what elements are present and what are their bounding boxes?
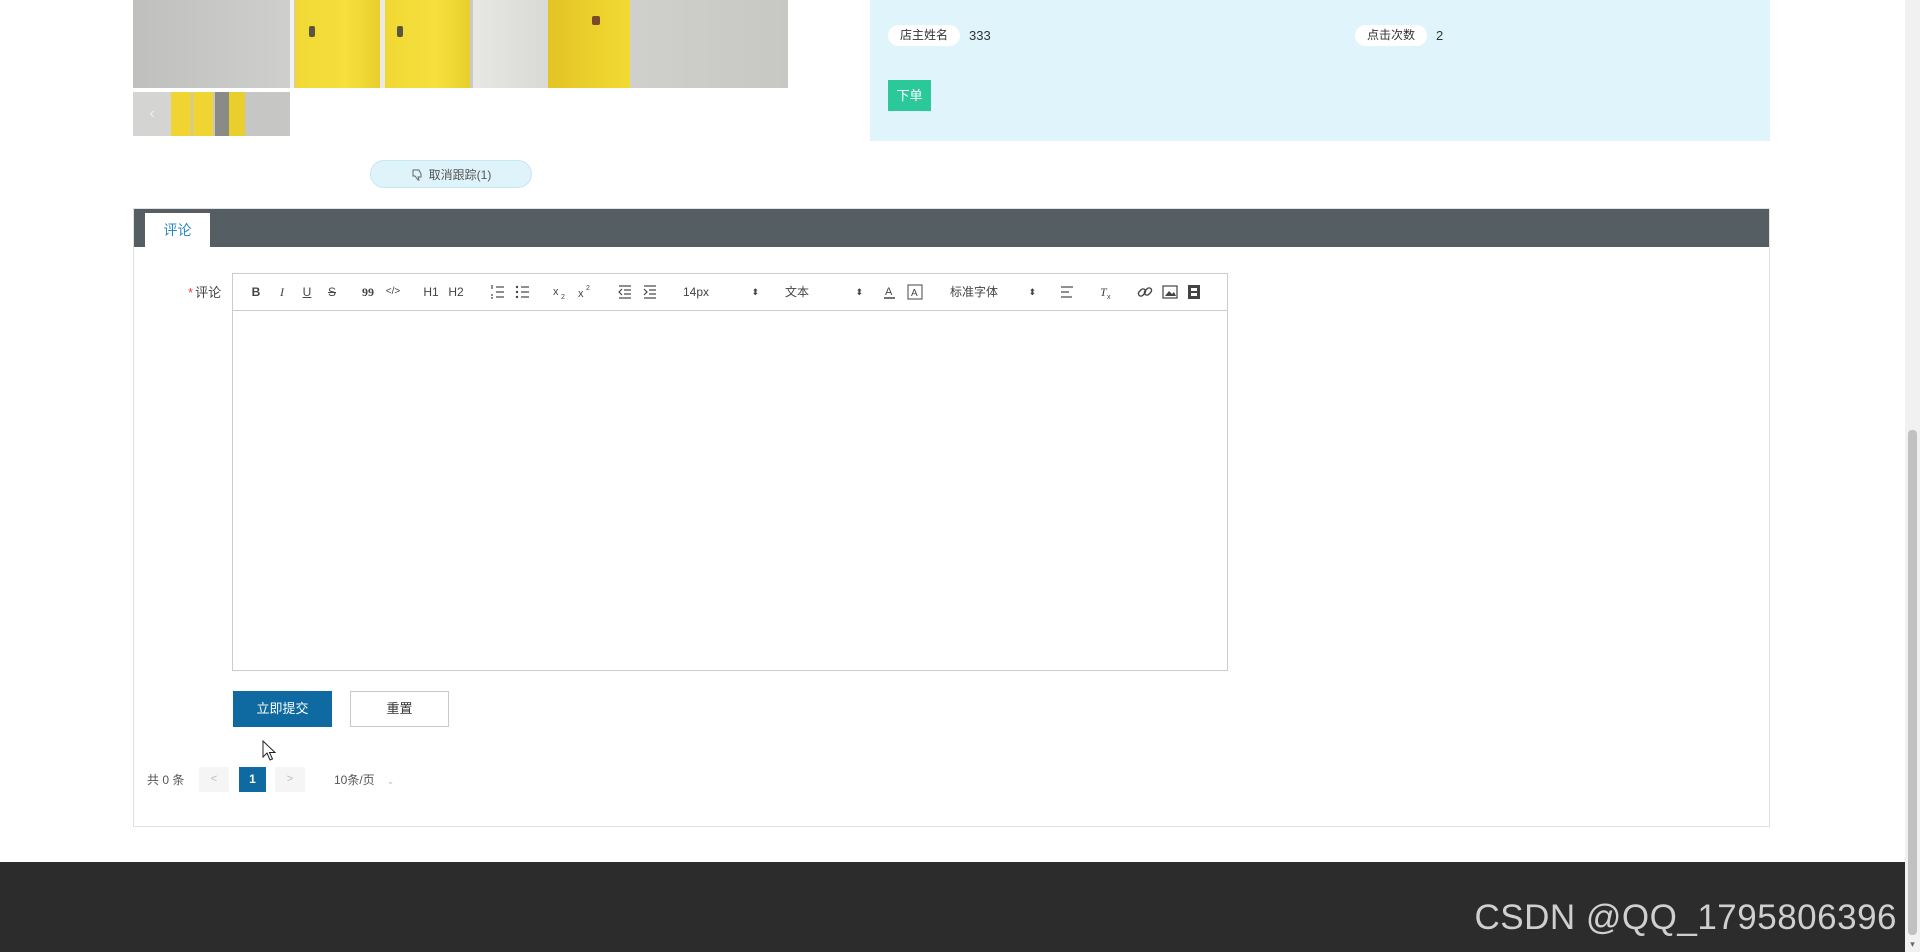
chevron-updown-icon: ⬍ — [855, 287, 863, 297]
svg-text:x: x — [578, 288, 584, 300]
chevron-updown-icon: ⬍ — [751, 287, 759, 297]
bold-button[interactable]: B — [247, 283, 265, 301]
editor-content-area[interactable] — [233, 311, 1227, 670]
page-size-select[interactable]: 10条/页 ⌄ — [334, 772, 394, 789]
image-icon[interactable] — [1161, 283, 1179, 301]
reset-button[interactable]: 重置 — [350, 691, 449, 727]
thumbnail-prev-arrow-icon[interactable]: ‹ — [133, 92, 171, 136]
indent-icon[interactable] — [641, 283, 659, 301]
blockquote-button[interactable]: 99 — [359, 283, 377, 301]
h1-button[interactable]: H1 — [421, 283, 441, 301]
owner-name-label: 店主姓名 — [888, 25, 961, 46]
order-button[interactable]: 下单 — [888, 80, 931, 111]
thumbs-down-icon — [412, 169, 422, 180]
lock-icon — [397, 26, 403, 37]
header-select[interactable]: 文本 ⬍ — [785, 283, 863, 301]
svg-text:A: A — [911, 288, 918, 299]
svg-text:x: x — [553, 286, 559, 298]
image-divider — [290, 0, 294, 88]
unfollow-button[interactable]: 取消跟踪(1) — [370, 160, 532, 188]
subscript-icon[interactable]: x2 — [551, 283, 569, 301]
comment-label-text: 评论 — [195, 285, 222, 300]
pagination-total: 共 0 条 — [147, 773, 185, 787]
owner-name-value: 333 — [969, 28, 991, 43]
submit-button[interactable]: 立即提交 — [233, 691, 332, 727]
header-select-value: 文本 — [785, 285, 810, 299]
comment-tab-bar: 评论 — [134, 209, 1769, 247]
link-icon[interactable] — [1136, 283, 1154, 301]
csdn-watermark: CSDN @QQ_1795806396 — [1474, 898, 1897, 937]
clear-format-icon[interactable]: Tx — [1097, 283, 1115, 301]
mouse-cursor-icon — [262, 740, 277, 761]
thumbnail-door — [229, 92, 245, 136]
product-main-image — [133, 0, 788, 88]
thumbnail-strip[interactable]: ‹ — [133, 92, 290, 136]
thumbnail-locker — [171, 92, 191, 136]
cabinet-door — [548, 0, 630, 88]
italic-button[interactable]: I — [273, 283, 291, 301]
superscript-icon[interactable]: x2 — [576, 283, 594, 301]
cabinet-open — [473, 0, 788, 88]
unfollow-label: 取消跟踪(1) — [428, 167, 492, 182]
svg-text:A: A — [885, 286, 893, 298]
svg-text:2: 2 — [561, 294, 565, 301]
lock-icon — [592, 16, 600, 25]
align-icon[interactable] — [1058, 283, 1076, 301]
page-footer: CSDN @QQ_1795806396 — [0, 862, 1905, 952]
page-size-value: 10条/页 — [334, 773, 375, 787]
bullet-list-icon[interactable] — [514, 283, 532, 301]
comment-field-label: * 评论 — [188, 282, 221, 301]
code-button[interactable]: </> — [384, 283, 402, 301]
pagination-prev-button[interactable]: < — [199, 767, 229, 792]
tab-comment[interactable]: 评论 — [145, 213, 210, 247]
thumbnail-cabinet — [215, 92, 229, 136]
chevron-updown-icon: ⬍ — [1028, 287, 1036, 297]
editor-toolbar: B I U S 99 </> H1 H2 x2 x2 14px ⬍ 文本 ⬍ A… — [233, 274, 1227, 311]
rich-text-editor[interactable]: B I U S 99 </> H1 H2 x2 x2 14px ⬍ 文本 ⬍ A… — [232, 273, 1228, 671]
locker-door-right — [385, 0, 470, 88]
ordered-list-icon[interactable] — [489, 283, 507, 301]
scroll-down-arrow-icon[interactable]: ▾ — [1905, 937, 1920, 952]
font-family-value: 标准字体 — [950, 285, 999, 299]
image-gray-panel — [133, 0, 293, 88]
click-count-value: 2 — [1436, 28, 1444, 43]
click-count-label: 点击次数 — [1355, 25, 1428, 46]
background-color-icon[interactable]: A — [906, 283, 924, 301]
locker-door-left — [295, 0, 380, 88]
pagination-page-current[interactable]: 1 — [239, 767, 266, 792]
scrollbar-thumb[interactable] — [1908, 430, 1917, 935]
underline-button[interactable]: U — [298, 283, 316, 301]
pagination-next-button[interactable]: > — [275, 767, 305, 792]
font-family-select[interactable]: 标准字体 ⬍ — [950, 283, 1036, 301]
h2-button[interactable]: H2 — [446, 283, 466, 301]
font-size-select[interactable]: 14px ⬍ — [683, 283, 759, 301]
required-mark: * — [188, 285, 194, 300]
outdent-icon[interactable] — [616, 283, 634, 301]
font-size-value: 14px — [683, 285, 710, 299]
svg-text:2: 2 — [586, 285, 590, 292]
thumbnail-locker — [193, 92, 213, 136]
chevron-down-icon: ⌄ — [386, 776, 395, 786]
strike-button[interactable]: S — [323, 283, 341, 301]
text-color-icon[interactable]: A — [881, 283, 899, 301]
svg-text:x: x — [1107, 294, 1111, 301]
lock-icon — [309, 26, 315, 37]
product-info-panel: 店主姓名 333 点击次数 2 下单 — [870, 0, 1770, 141]
video-icon[interactable] — [1185, 283, 1203, 301]
